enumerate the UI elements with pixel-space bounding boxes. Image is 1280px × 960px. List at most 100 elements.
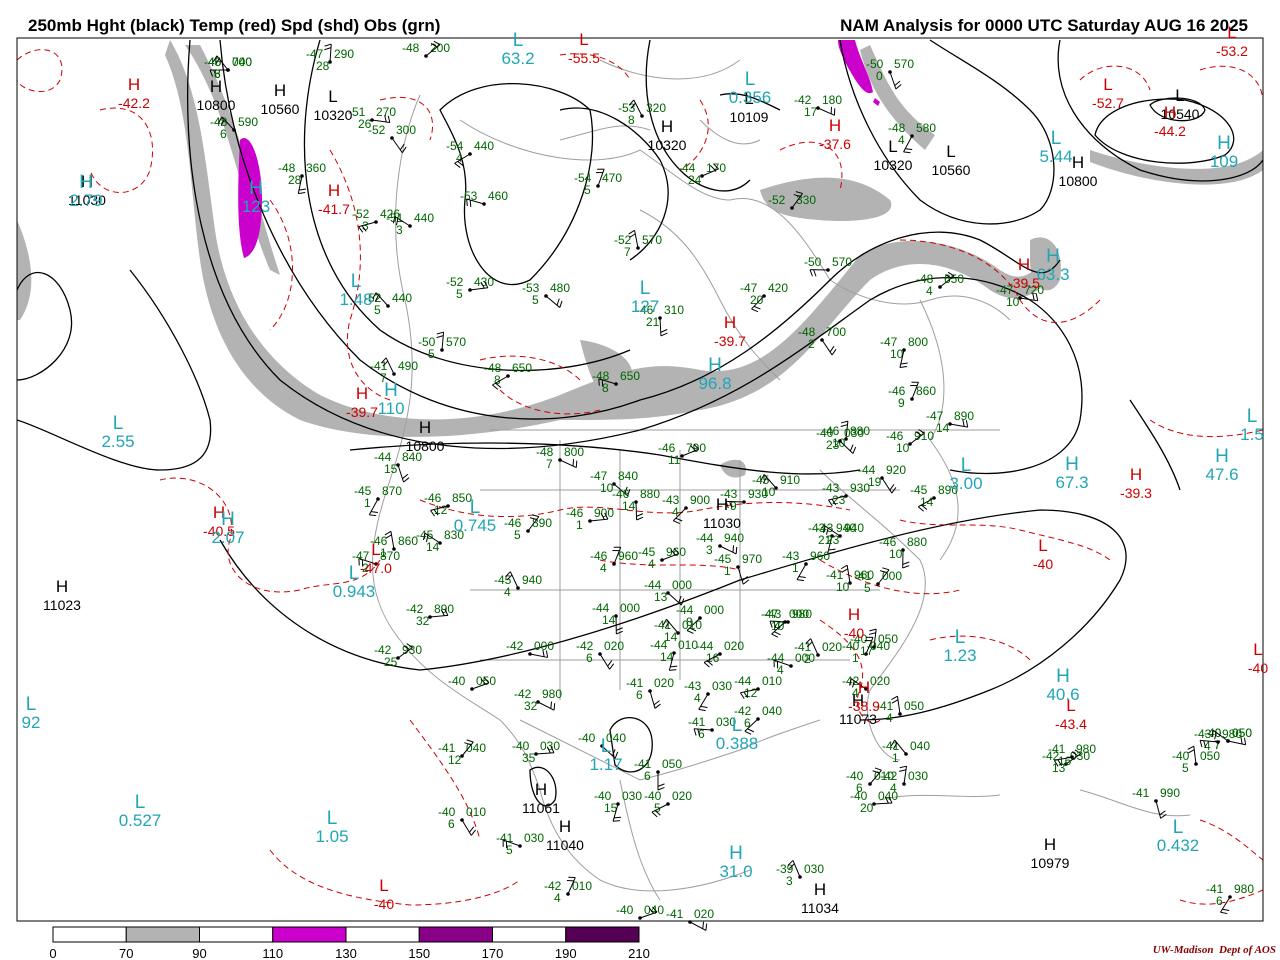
svg-text:L: L (946, 142, 955, 161)
svg-text:96.8: 96.8 (698, 374, 731, 393)
svg-text:1.48: 1.48 (339, 290, 372, 309)
svg-text:870: 870 (382, 484, 402, 498)
svg-text:20: 20 (750, 293, 764, 307)
temp-label: L-52.7 (1092, 75, 1124, 111)
svg-text:1.5: 1.5 (1240, 425, 1264, 444)
svg-text:L: L (1103, 75, 1112, 94)
svg-text:010: 010 (572, 879, 592, 893)
svg-text:700: 700 (826, 325, 846, 339)
temp-label: H-39.7 (714, 313, 746, 349)
wind-barb (1227, 740, 1246, 746)
height-label: H10979 (1031, 835, 1070, 871)
svg-text:2.55: 2.55 (101, 432, 134, 451)
svg-text:960: 960 (810, 549, 830, 563)
credit: UW-Madison Dept of AOS (1152, 944, 1276, 956)
svg-text:H: H (210, 77, 222, 96)
temp-label: H-39.3 (1120, 465, 1152, 501)
svg-text:030: 030 (844, 426, 864, 440)
svg-text:L: L (1038, 536, 1047, 555)
svg-text:13: 13 (654, 590, 668, 604)
svg-text:6: 6 (744, 716, 751, 730)
svg-text:330: 330 (796, 193, 816, 207)
station-plot: -48 36028 (278, 161, 326, 195)
height-label: L10320 (874, 137, 913, 173)
svg-text:930: 930 (402, 643, 422, 657)
svg-text:180: 180 (822, 93, 842, 107)
station-plot: -42 98032 (514, 687, 562, 713)
svg-text:H: H (249, 178, 263, 199)
wind-barb (391, 137, 403, 154)
svg-text:6: 6 (586, 651, 593, 665)
svg-text:840: 840 (618, 469, 638, 483)
svg-text:10: 10 (771, 619, 785, 633)
svg-text:030: 030 (712, 679, 732, 693)
svg-text:L: L (1051, 128, 1062, 149)
svg-text:15: 15 (384, 462, 398, 476)
svg-text:6: 6 (644, 769, 651, 783)
svg-text:10320: 10320 (314, 107, 353, 123)
station-plot: -47 00010 (761, 607, 809, 638)
svg-text:860: 860 (916, 384, 936, 398)
svg-text:1: 1 (892, 751, 899, 765)
svg-text:6: 6 (636, 688, 643, 702)
svg-text:35: 35 (522, 751, 536, 765)
station-plot: -45 8701 (354, 484, 402, 517)
speed-label: L1.23 (943, 627, 976, 665)
temp-label: L-40 (1248, 640, 1268, 676)
svg-text:940: 940 (844, 521, 864, 535)
svg-text:109: 109 (1210, 152, 1238, 171)
svg-text:-48: -48 (402, 41, 420, 55)
speed-label: L0.356 (729, 69, 772, 107)
svg-text:11023: 11023 (43, 597, 81, 613)
svg-text:020: 020 (724, 639, 744, 653)
svg-text:-42.2: -42.2 (118, 95, 150, 111)
svg-text:5: 5 (514, 528, 521, 542)
svg-text:0.388: 0.388 (716, 734, 759, 753)
svg-text:H: H (1044, 835, 1056, 854)
svg-text:H: H (814, 880, 826, 899)
svg-text:650: 650 (512, 361, 532, 375)
svg-text:1.05: 1.05 (315, 827, 348, 846)
svg-text:H: H (858, 678, 870, 697)
svg-text:L: L (1173, 817, 1184, 838)
height-label: H11061 (522, 780, 560, 816)
svg-text:23: 23 (826, 438, 840, 452)
svg-text:40.6: 40.6 (1046, 685, 1079, 704)
station-plot: -40 0205 (644, 789, 692, 818)
svg-text:200: 200 (430, 41, 450, 55)
speed-label: L1.5 (1240, 406, 1264, 444)
svg-text:10: 10 (1006, 295, 1020, 309)
svg-text:940: 940 (522, 573, 542, 587)
svg-text:4: 4 (926, 284, 933, 298)
svg-text:-40: -40 (1248, 660, 1268, 676)
svg-text:20: 20 (860, 801, 874, 815)
svg-text:L: L (955, 627, 966, 648)
station-plot: -42 0104 (544, 876, 592, 905)
svg-text:7: 7 (624, 245, 631, 259)
svg-text:5.44: 5.44 (1039, 147, 1072, 166)
svg-text:460: 460 (488, 189, 508, 203)
svg-text:L: L (351, 271, 362, 292)
speed-label: L0.527 (119, 792, 162, 830)
station-plot: -41 0206 (626, 676, 674, 709)
svg-text:010: 010 (466, 805, 486, 819)
svg-text:6: 6 (448, 817, 455, 831)
svg-text:020: 020 (604, 639, 624, 653)
speed-label: L63.2 (501, 30, 534, 68)
svg-text:47.6: 47.6 (1205, 465, 1238, 484)
svg-text:-44.2: -44.2 (1154, 123, 1186, 139)
svg-text:000: 000 (672, 578, 692, 592)
svg-text:31.0: 31.0 (719, 862, 752, 881)
svg-text:L: L (961, 455, 972, 476)
temp-label: L-53.2 (1216, 23, 1248, 59)
svg-text:-38.9: -38.9 (848, 698, 880, 714)
temp-label: L-40 (374, 876, 394, 912)
station-plot: -40 050 (448, 674, 496, 691)
svg-text:H: H (535, 780, 547, 799)
svg-text:1.23: 1.23 (943, 646, 976, 665)
svg-text:H: H (716, 495, 728, 514)
svg-text:21: 21 (646, 315, 660, 329)
svg-text:-52.7: -52.7 (1092, 95, 1124, 111)
station-plot: -46 88010 (879, 535, 927, 569)
speed-label: L92 (22, 694, 41, 732)
